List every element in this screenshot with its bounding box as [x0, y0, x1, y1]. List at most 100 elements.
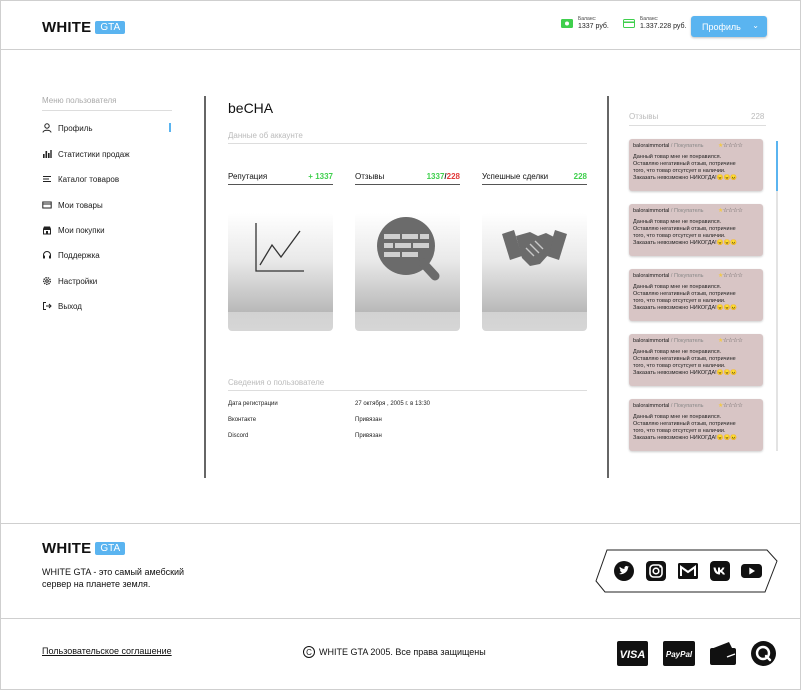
username: beCHA — [228, 100, 274, 116]
review-role: / Покупатель — [669, 143, 704, 149]
review-role: / Покупатель — [669, 273, 704, 279]
review-text: Данный товар мне не понравился. Оставляю … — [633, 284, 738, 311]
youtube-icon[interactable] — [741, 560, 762, 581]
balance-value: 1.337.228 руб. — [640, 23, 687, 30]
info-label: Вконтакте — [228, 417, 257, 423]
reviews-count: 228 — [751, 112, 765, 121]
sidebar-item-support[interactable]: Поддержка — [42, 248, 100, 262]
stat-label: Репутация — [228, 172, 268, 181]
logo-text: WHITE — [42, 540, 92, 557]
negative-count: 228 — [446, 172, 460, 181]
info-value: Привязан — [355, 417, 382, 423]
review-author[interactable]: baloraimmortal — [633, 208, 669, 214]
review-card[interactable]: baloraimmortal / Покупатель ★☆☆☆☆ Данный… — [629, 269, 763, 321]
visa-icon: VISA — [617, 639, 648, 667]
reviews-card[interactable] — [355, 213, 460, 331]
review-text: Данный товар мне не понравился. Оставляю … — [633, 219, 738, 246]
info-value: Привязан — [355, 433, 382, 439]
gmail-icon[interactable] — [677, 560, 698, 581]
chevron-down-icon: ⌄ — [752, 21, 759, 30]
reputation-stat: Репутация + 1337 — [228, 172, 333, 186]
divider — [204, 96, 206, 478]
logout-icon — [43, 302, 52, 310]
review-card[interactable]: baloraimmortal / Покупатель ★☆☆☆☆ Данный… — [629, 399, 763, 451]
positive-count: 1337 — [426, 172, 445, 181]
deals-card[interactable] — [482, 213, 587, 331]
review-role: / Покупатель — [669, 403, 704, 409]
line-chart-icon — [255, 223, 304, 272]
review-role: / Покупатель — [669, 338, 704, 344]
reputation-card[interactable] — [228, 213, 333, 331]
star-rating: ★☆☆☆☆ — [718, 403, 743, 409]
sidebar-item-label: Настройки — [58, 276, 98, 286]
social-links — [595, 549, 778, 593]
qiwi-icon — [751, 639, 776, 667]
sidebar-item-logout[interactable]: Выход — [42, 299, 82, 313]
twitter-icon[interactable] — [613, 560, 634, 581]
vk-icon[interactable] — [709, 560, 730, 581]
profile-button-label: Профиль — [702, 21, 741, 32]
instagram-icon[interactable] — [645, 560, 666, 581]
active-indicator — [169, 123, 171, 132]
review-author[interactable]: baloraimmortal — [633, 338, 669, 344]
reviews-stat: Отзывы 1337/228 — [355, 172, 460, 186]
sidebar-item-label: Мои покупки — [58, 225, 105, 235]
review-author[interactable]: baloraimmortal — [633, 273, 669, 279]
footer-logo[interactable]: WHITE GTA — [42, 540, 126, 557]
stat-label: Успешные сделки — [482, 172, 549, 181]
gear-icon — [43, 277, 51, 285]
underline — [228, 184, 333, 185]
review-card[interactable]: baloraimmortal / Покупатель ★☆☆☆☆ Данный… — [629, 334, 763, 386]
store-icon — [43, 226, 51, 235]
star-rating: ★☆☆☆☆ — [718, 338, 743, 344]
review-text: Данный товар мне не понравился. Оставляю … — [633, 154, 738, 181]
divider — [228, 143, 587, 144]
reviews-title: Отзывы — [629, 112, 659, 121]
paypal-icon: PayPal — [663, 639, 695, 667]
review-card[interactable]: baloraimmortal / Покупатель ★☆☆☆☆ Данный… — [629, 139, 763, 191]
card-icon — [623, 19, 635, 28]
site-header: WHITE GTA Баланс: 1337 руб. Баланс: 1.33… — [0, 0, 801, 50]
copyright-icon: C — [303, 646, 315, 658]
sidebar-item-my-purchases[interactable]: Мои покупки — [42, 223, 105, 237]
info-value: 27 октября , 2005 г. в 13:30 — [355, 401, 430, 407]
account-section-title: Данные об аккаунте — [228, 131, 303, 140]
sidebar-item-profile[interactable]: Профиль — [42, 121, 93, 135]
sidebar-item-label: Мои товары — [58, 200, 103, 210]
footer-description: WHITE GTA - это самый амебский сервер на… — [42, 567, 185, 589]
review-card[interactable]: baloraimmortal / Покупатель ★☆☆☆☆ Данный… — [629, 204, 763, 256]
sidebar-item-settings[interactable]: Настройки — [42, 274, 97, 288]
header-logo[interactable]: WHITE GTA — [42, 19, 126, 36]
stat-label: Отзывы — [355, 172, 385, 181]
review-role: / Покупатель — [669, 208, 704, 214]
angry-emoji: 😠😠😠 — [716, 175, 738, 181]
copyright-text: WHITE GTA 2005. Все права защищены — [319, 647, 486, 657]
review-author[interactable]: baloraimmortal — [633, 403, 669, 409]
logo-text: WHITE — [42, 19, 92, 36]
logo-badge: GTA — [95, 21, 126, 34]
svg-text:VISA: VISA — [620, 649, 646, 661]
divider — [228, 390, 587, 391]
info-label: Дата регистрации — [228, 401, 278, 407]
underline — [355, 184, 460, 185]
scrollbar-thumb[interactable] — [776, 141, 778, 191]
review-author[interactable]: baloraimmortal — [633, 143, 669, 149]
balance-value: 1337 руб. — [578, 23, 609, 30]
profile-button[interactable]: Профиль ⌄ — [691, 16, 767, 37]
sidebar-item-label: Поддержка — [58, 250, 100, 260]
balance-card: Баланс: 1.337.228 руб. — [623, 16, 686, 31]
sidebar-item-catalog[interactable]: Каталог товаров — [42, 172, 119, 186]
search-reviews-icon — [377, 217, 440, 281]
divider — [0, 523, 801, 524]
angry-emoji: 😠😠😠 — [716, 435, 738, 441]
review-text: Данный товар мне не понравился. Оставляю … — [633, 414, 738, 441]
sidebar-item-label: Каталог товаров — [58, 174, 120, 184]
user-agreement-link[interactable]: Пользовательское соглашение — [42, 646, 172, 656]
underline — [482, 184, 587, 185]
sidebar-item-my-goods[interactable]: Мои товары — [42, 198, 103, 212]
angry-emoji: 😠😠😠 — [716, 240, 738, 246]
copyright: C WHITE GTA 2005. Все права защищены — [303, 646, 486, 658]
list-icon — [43, 176, 51, 182]
cash-icon — [561, 19, 573, 28]
sidebar-item-sales-stats[interactable]: Статистики продаж — [42, 147, 130, 161]
